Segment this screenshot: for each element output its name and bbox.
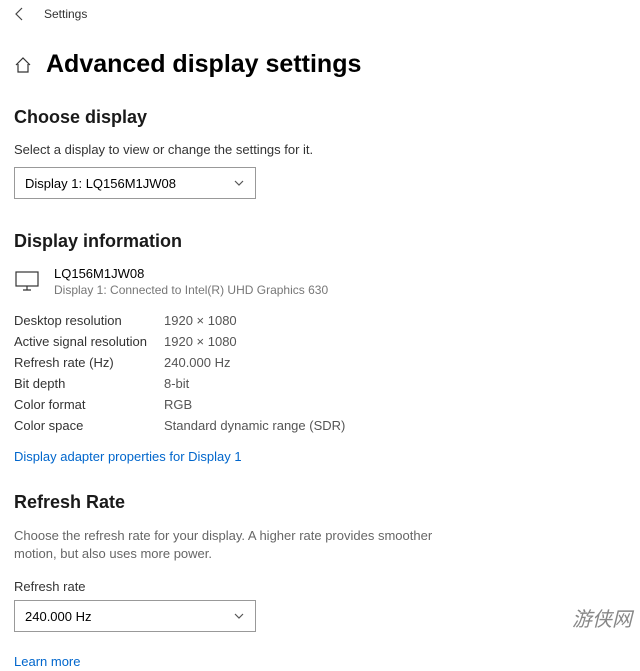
info-label: Color format xyxy=(14,397,164,412)
display-info-section: Display information LQ156M1JW08 Display … xyxy=(14,231,626,466)
info-row: Color spaceStandard dynamic range (SDR) xyxy=(14,418,626,433)
info-label: Active signal resolution xyxy=(14,334,164,349)
learn-more-link[interactable]: Learn more xyxy=(14,654,80,669)
choose-display-heading: Choose display xyxy=(14,107,626,128)
info-value: 1920 × 1080 xyxy=(164,313,237,328)
monitor-sub: Display 1: Connected to Intel(R) UHD Gra… xyxy=(54,283,328,297)
page-title: Advanced display settings xyxy=(46,50,361,79)
display-info-heading: Display information xyxy=(14,231,626,252)
app-title: Settings xyxy=(44,7,87,21)
refresh-rate-heading: Refresh Rate xyxy=(14,492,626,513)
info-label: Refresh rate (Hz) xyxy=(14,355,164,370)
refresh-rate-select[interactable]: 240.000 Hz xyxy=(14,600,256,632)
info-label: Color space xyxy=(14,418,164,433)
monitor-row: LQ156M1JW08 Display 1: Connected to Inte… xyxy=(14,266,626,297)
page-title-row: Advanced display settings xyxy=(14,50,626,79)
info-row: Color formatRGB xyxy=(14,397,626,412)
display-select-value: Display 1: LQ156M1JW08 xyxy=(25,176,176,191)
content: Advanced display settings Choose display… xyxy=(0,50,640,671)
refresh-rate-select-value: 240.000 Hz xyxy=(25,609,92,624)
back-arrow-icon[interactable] xyxy=(12,6,28,22)
refresh-rate-label: Refresh rate xyxy=(14,579,626,594)
info-value: 1920 × 1080 xyxy=(164,334,237,349)
info-value: 240.000 Hz xyxy=(164,355,231,370)
info-row: Refresh rate (Hz)240.000 Hz xyxy=(14,355,626,370)
info-value: Standard dynamic range (SDR) xyxy=(164,418,345,433)
info-row: Bit depth8-bit xyxy=(14,376,626,391)
info-label: Bit depth xyxy=(14,376,164,391)
refresh-rate-desc: Choose the refresh rate for your display… xyxy=(14,527,434,563)
info-value: RGB xyxy=(164,397,192,412)
monitor-icon xyxy=(14,268,40,294)
info-row: Active signal resolution1920 × 1080 xyxy=(14,334,626,349)
header-bar: Settings xyxy=(0,0,640,28)
chevron-down-icon xyxy=(233,177,245,189)
chevron-down-icon xyxy=(233,610,245,622)
info-row: Desktop resolution1920 × 1080 xyxy=(14,313,626,328)
info-table: Desktop resolution1920 × 1080 Active sig… xyxy=(14,313,626,433)
info-value: 8-bit xyxy=(164,376,189,391)
adapter-properties-link[interactable]: Display adapter properties for Display 1 xyxy=(14,449,242,464)
home-icon[interactable] xyxy=(14,56,32,74)
refresh-rate-section: Refresh Rate Choose the refresh rate for… xyxy=(14,492,626,671)
choose-display-desc: Select a display to view or change the s… xyxy=(14,142,626,157)
display-select[interactable]: Display 1: LQ156M1JW08 xyxy=(14,167,256,199)
monitor-name: LQ156M1JW08 xyxy=(54,266,328,281)
info-label: Desktop resolution xyxy=(14,313,164,328)
monitor-labels: LQ156M1JW08 Display 1: Connected to Inte… xyxy=(54,266,328,297)
